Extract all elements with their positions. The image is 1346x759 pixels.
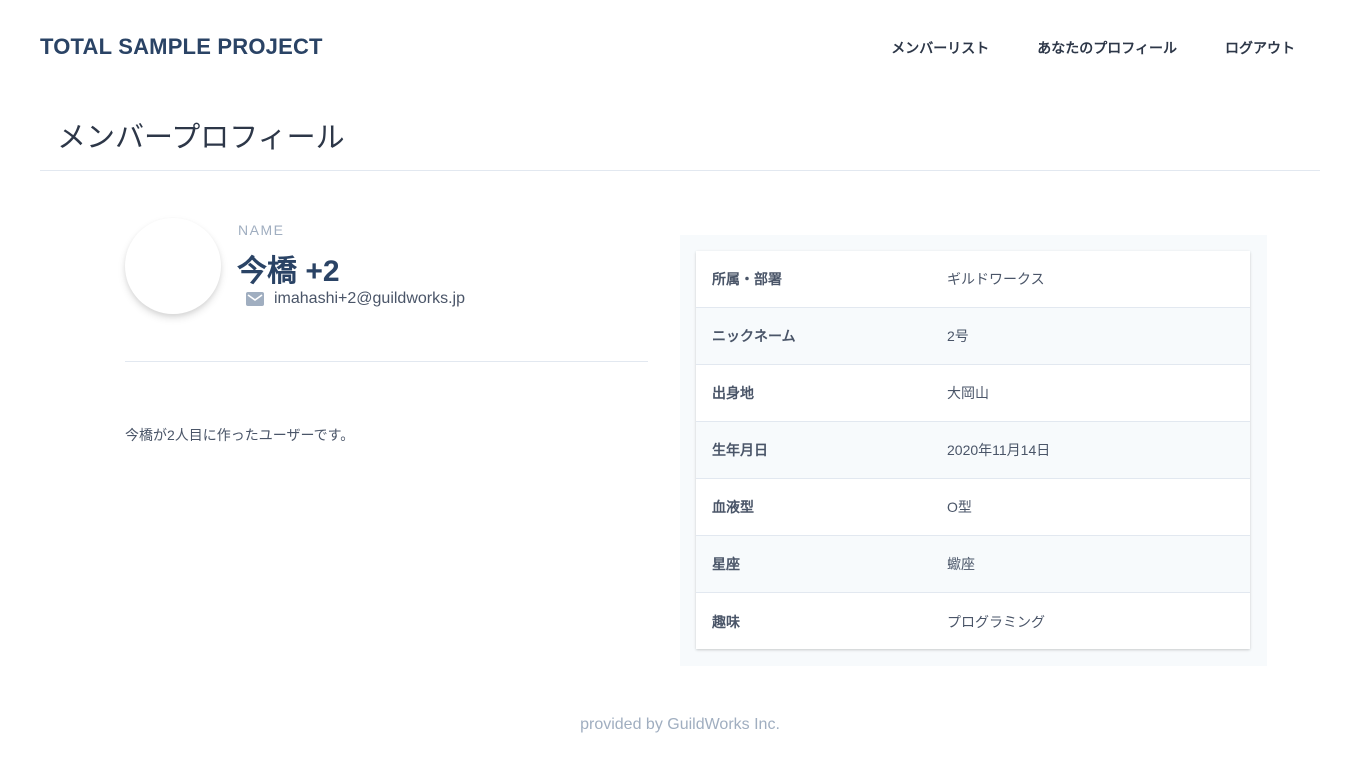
- bio-text: 今橋が2人目に作ったユーザーです。: [125, 427, 355, 443]
- info-row-nickname: ニックネーム 2号: [696, 308, 1250, 365]
- info-value: 2号: [947, 328, 969, 344]
- email-address[interactable]: imahashi+2@guildworks.jp: [274, 290, 465, 308]
- avatar: [125, 218, 221, 314]
- info-value: 蠍座: [947, 556, 975, 572]
- footer-credit: provided by GuildWorks Inc.: [580, 716, 780, 733]
- email-row: imahashi+2@guildworks.jp: [246, 290, 465, 308]
- info-row-hometown: 出身地 大岡山: [696, 365, 1250, 422]
- info-row-affiliation: 所属・部署 ギルドワークス: [696, 251, 1250, 308]
- mail-icon: [246, 291, 264, 307]
- info-key: ニックネーム: [712, 328, 796, 344]
- title-divider: [40, 170, 1320, 171]
- info-row-birthday: 生年月日 2020年11月14日: [696, 422, 1250, 479]
- brand-logo[interactable]: TOTAL SAMPLE PROJECT: [40, 34, 323, 60]
- info-row-hobby: 趣味 プログラミング: [696, 593, 1250, 650]
- member-name: 今橋 +2: [237, 255, 340, 288]
- info-value: プログラミング: [947, 613, 1045, 630]
- page-title: メンバープロフィール: [57, 122, 345, 154]
- info-row-blood-type: 血液型 O型: [696, 479, 1250, 536]
- info-key: 所属・部署: [712, 271, 782, 287]
- info-key: 生年月日: [712, 442, 768, 458]
- info-panel: 所属・部署 ギルドワークス ニックネーム 2号 出身地 大岡山 生年月日 202…: [680, 235, 1267, 666]
- info-value: O型: [947, 499, 972, 515]
- info-value: 2020年11月14日: [947, 442, 1051, 458]
- info-value: 大岡山: [947, 385, 989, 401]
- site-header: TOTAL SAMPLE PROJECT メンバーリスト あなたのプロフィール …: [0, 0, 1346, 95]
- info-key: 出身地: [712, 385, 754, 401]
- profile-divider: [125, 361, 648, 362]
- info-value: ギルドワークス: [947, 271, 1045, 287]
- info-key: 趣味: [712, 613, 740, 630]
- info-row-zodiac: 星座 蠍座: [696, 536, 1250, 593]
- nav-logout[interactable]: ログアウト: [1225, 38, 1295, 58]
- name-label: NAME: [238, 222, 285, 238]
- main-nav: メンバーリスト あなたのプロフィール ログアウト: [891, 38, 1295, 58]
- info-key: 血液型: [712, 499, 754, 515]
- info-key: 星座: [712, 556, 740, 572]
- nav-your-profile[interactable]: あなたのプロフィール: [1037, 38, 1177, 58]
- info-table: 所属・部署 ギルドワークス ニックネーム 2号 出身地 大岡山 生年月日 202…: [696, 251, 1250, 649]
- nav-member-list[interactable]: メンバーリスト: [891, 38, 989, 58]
